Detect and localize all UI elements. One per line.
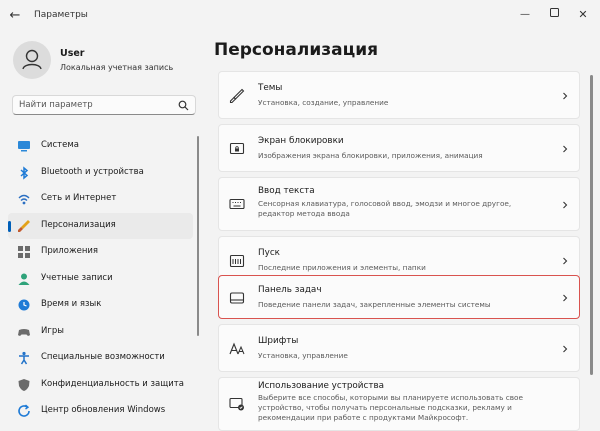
- globe-clock-icon: [18, 299, 30, 311]
- sidebar-item-windows-update[interactable]: Центр обновления Windows: [8, 398, 193, 425]
- sidebar-item-bluetooth[interactable]: Bluetooth и устройства: [8, 160, 193, 187]
- close-button[interactable]: ✕: [570, 4, 596, 26]
- start-icon: [229, 254, 245, 268]
- sidebar-nav: Система Bluetooth и устройства Сеть и Ин…: [8, 133, 193, 425]
- fonts-icon: [229, 342, 245, 355]
- sidebar-item-label: Время и язык: [41, 299, 102, 309]
- sidebar-item-label: Игры: [41, 325, 64, 336]
- chevron-right-icon: [563, 201, 568, 209]
- sidebar-item-system[interactable]: Система: [8, 133, 193, 160]
- maximize-button[interactable]: [541, 4, 567, 26]
- sidebar-item-label: Система: [41, 140, 79, 150]
- active-indicator: [8, 220, 11, 232]
- card-title: Панель задач: [258, 285, 322, 295]
- card-description: Установка, создание, управление: [258, 98, 389, 107]
- card-description: Изображения экрана блокировки, приложени…: [258, 151, 483, 160]
- sidebar-item-label: Специальные возможности: [41, 352, 165, 362]
- card-text-input[interactable]: Ввод текста Сенсорная клавиатура, голосо…: [218, 177, 580, 231]
- sidebar-item-label: Bluetooth и устройства: [41, 166, 144, 177]
- sidebar-item-apps[interactable]: Приложения: [8, 239, 193, 266]
- content-scrollbar[interactable]: [590, 75, 593, 420]
- brush-icon: [18, 219, 30, 232]
- sidebar-item-label: Сеть и Интернет: [41, 193, 117, 203]
- card-description: Поведение панели задач, закрепленные эле…: [258, 300, 491, 309]
- card-description: Выберите все способы, которыми вы планир…: [258, 393, 523, 422]
- user-icon: [22, 49, 42, 70]
- card-themes[interactable]: Темы Установка, создание, управление: [218, 71, 580, 119]
- card-taskbar[interactable]: Панель задач Поведение панели задач, зак…: [218, 275, 580, 319]
- chevron-right-icon: [563, 294, 568, 302]
- title-bar: ← Параметры — ✕: [0, 0, 600, 32]
- sidebar-item-time-language[interactable]: Время и язык: [8, 292, 193, 319]
- sidebar-item-accessibility[interactable]: Специальные возможности: [8, 345, 193, 372]
- monitor-icon: [18, 141, 30, 152]
- sidebar-scrollbar[interactable]: [197, 130, 199, 422]
- window-title: Параметры: [34, 10, 88, 20]
- gamepad-icon: [18, 328, 30, 336]
- sidebar-item-label: Персонализация: [41, 219, 116, 230]
- person-icon: [18, 273, 30, 285]
- chevron-right-icon: [563, 145, 568, 153]
- sidebar-scroll-thumb[interactable]: [197, 136, 199, 336]
- card-description: Сенсорная клавиатура, голосовой ввод, эм…: [258, 199, 512, 218]
- card-title: Ввод текста: [258, 186, 315, 196]
- card-lock-screen[interactable]: Экран блокировки Изображения экрана блок…: [218, 124, 580, 172]
- bluetooth-icon: [20, 165, 29, 180]
- sidebar-item-label: Учетные записи: [41, 272, 113, 283]
- card-title: Использование устройства: [258, 381, 385, 391]
- device-usage-icon: [229, 397, 244, 411]
- avatar[interactable]: [13, 41, 51, 79]
- sidebar-item-gaming[interactable]: Игры: [8, 319, 193, 346]
- chevron-right-icon: [563, 257, 568, 265]
- search-icon: [178, 100, 189, 111]
- card-title: Пуск: [258, 248, 280, 258]
- sidebar-item-privacy[interactable]: Конфиденциальность и защита: [8, 372, 193, 399]
- apps-icon: [18, 246, 30, 258]
- page-title: Персонализация: [214, 40, 379, 60]
- search-placeholder: Найти параметр: [19, 100, 93, 110]
- sidebar-item-label: Конфиденциальность и защита: [41, 378, 184, 389]
- card-title: Экран блокировки: [258, 136, 344, 146]
- taskbar-icon: [229, 292, 245, 304]
- search-input[interactable]: Найти параметр: [12, 95, 196, 115]
- card-title: Темы: [258, 83, 283, 93]
- content-scroll-thumb[interactable]: [590, 75, 593, 375]
- user-name: User: [60, 48, 85, 59]
- account-type: Локальная учетная запись: [60, 63, 174, 72]
- keyboard-icon: [229, 198, 245, 210]
- card-description: Последние приложения и элементы, папки: [258, 263, 426, 272]
- shield-icon: [18, 378, 30, 391]
- accessibility-icon: [19, 351, 29, 365]
- sidebar-item-label: Центр обновления Windows: [41, 405, 166, 415]
- sidebar-item-personalization[interactable]: Персонализация: [8, 212, 193, 239]
- brush-icon: [229, 88, 245, 104]
- chevron-right-icon: [563, 345, 568, 353]
- maximize-icon: [549, 8, 559, 17]
- chevron-right-icon: [563, 92, 568, 100]
- sidebar-item-network[interactable]: Сеть и Интернет: [8, 186, 193, 213]
- lock-screen-icon: [229, 142, 245, 155]
- back-arrow-icon[interactable]: ←: [6, 7, 24, 25]
- sidebar-item-accounts[interactable]: Учетные записи: [8, 266, 193, 293]
- wifi-icon: [18, 194, 30, 205]
- card-description: Установка, управление: [258, 351, 348, 360]
- card-fonts[interactable]: Шрифты Установка, управление: [218, 324, 580, 372]
- sidebar-item-label: Приложения: [41, 246, 99, 256]
- card-device-usage[interactable]: Использование устройства Выберите все сп…: [218, 377, 580, 431]
- update-icon: [18, 404, 30, 417]
- minimize-button[interactable]: —: [512, 4, 538, 26]
- card-title: Шрифты: [258, 336, 299, 346]
